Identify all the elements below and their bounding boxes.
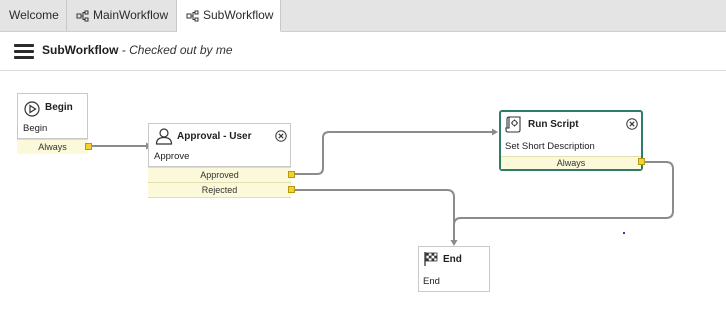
checkout-status: - Checked out by me — [118, 43, 233, 57]
page-title: SubWorkflow - Checked out by me — [42, 43, 233, 57]
exit-approved[interactable]: Approved — [148, 167, 291, 182]
script-icon — [505, 115, 523, 138]
exit-label: Rejected — [201, 185, 238, 195]
activity-subtitle: Approve — [154, 151, 190, 162]
workflow-name: SubWorkflow — [42, 43, 119, 57]
exit-label: Always — [556, 158, 586, 168]
tab-subworkflow[interactable]: SubWorkflow — [177, 0, 281, 32]
activity-title: End — [443, 254, 462, 265]
exit-label: Always — [38, 142, 67, 152]
hamburger-menu-icon[interactable] — [14, 44, 34, 60]
exit-rejected[interactable]: Rejected — [148, 182, 291, 198]
activity-end[interactable]: End End — [418, 246, 490, 292]
activity-begin[interactable]: Begin Begin — [17, 93, 88, 139]
activity-subtitle: End — [423, 276, 440, 287]
workflow-header: SubWorkflow - Checked out by me — [0, 32, 726, 71]
tab-label: SubWorkflow — [203, 8, 274, 22]
close-icon[interactable] — [626, 117, 638, 130]
connector-rejected-to-end — [295, 189, 455, 240]
workflow-icon — [76, 10, 90, 22]
activity-title: Begin — [45, 102, 73, 113]
exit-port[interactable] — [638, 158, 645, 165]
play-icon — [24, 101, 40, 122]
connector-runscript-to-end — [453, 161, 674, 240]
exit-port[interactable] — [85, 143, 92, 150]
close-icon[interactable] — [275, 129, 287, 142]
tab-label: MainWorkflow — [93, 8, 169, 22]
canvas-dot — [623, 232, 625, 234]
exit-always[interactable]: Always — [501, 156, 641, 169]
tab-welcome[interactable]: Welcome — [0, 0, 67, 31]
exit-port[interactable] — [288, 171, 295, 178]
connector-approved-to-runscript — [295, 131, 492, 175]
activity-title: Run Script — [528, 119, 579, 130]
tab-mainworkflow[interactable]: MainWorkflow — [67, 0, 177, 31]
exit-port[interactable] — [288, 186, 295, 193]
activity-approval-user[interactable]: Approval - User Approve — [148, 123, 291, 167]
checkered-flag-icon — [423, 251, 439, 272]
activity-run-script[interactable]: Run Script Set Short Description Always — [499, 110, 643, 171]
activity-subtitle: Set Short Description — [505, 141, 595, 152]
activity-subtitle: Begin — [23, 123, 48, 134]
tab-bar: Welcome MainWorkflow SubWorkflow — [0, 0, 726, 32]
workflow-icon — [186, 10, 200, 22]
exit-always[interactable]: Always — [17, 139, 88, 154]
user-icon — [155, 128, 173, 150]
activity-title: Approval - User — [177, 131, 252, 142]
tab-label: Welcome — [9, 8, 59, 22]
exit-label: Approved — [200, 170, 239, 180]
